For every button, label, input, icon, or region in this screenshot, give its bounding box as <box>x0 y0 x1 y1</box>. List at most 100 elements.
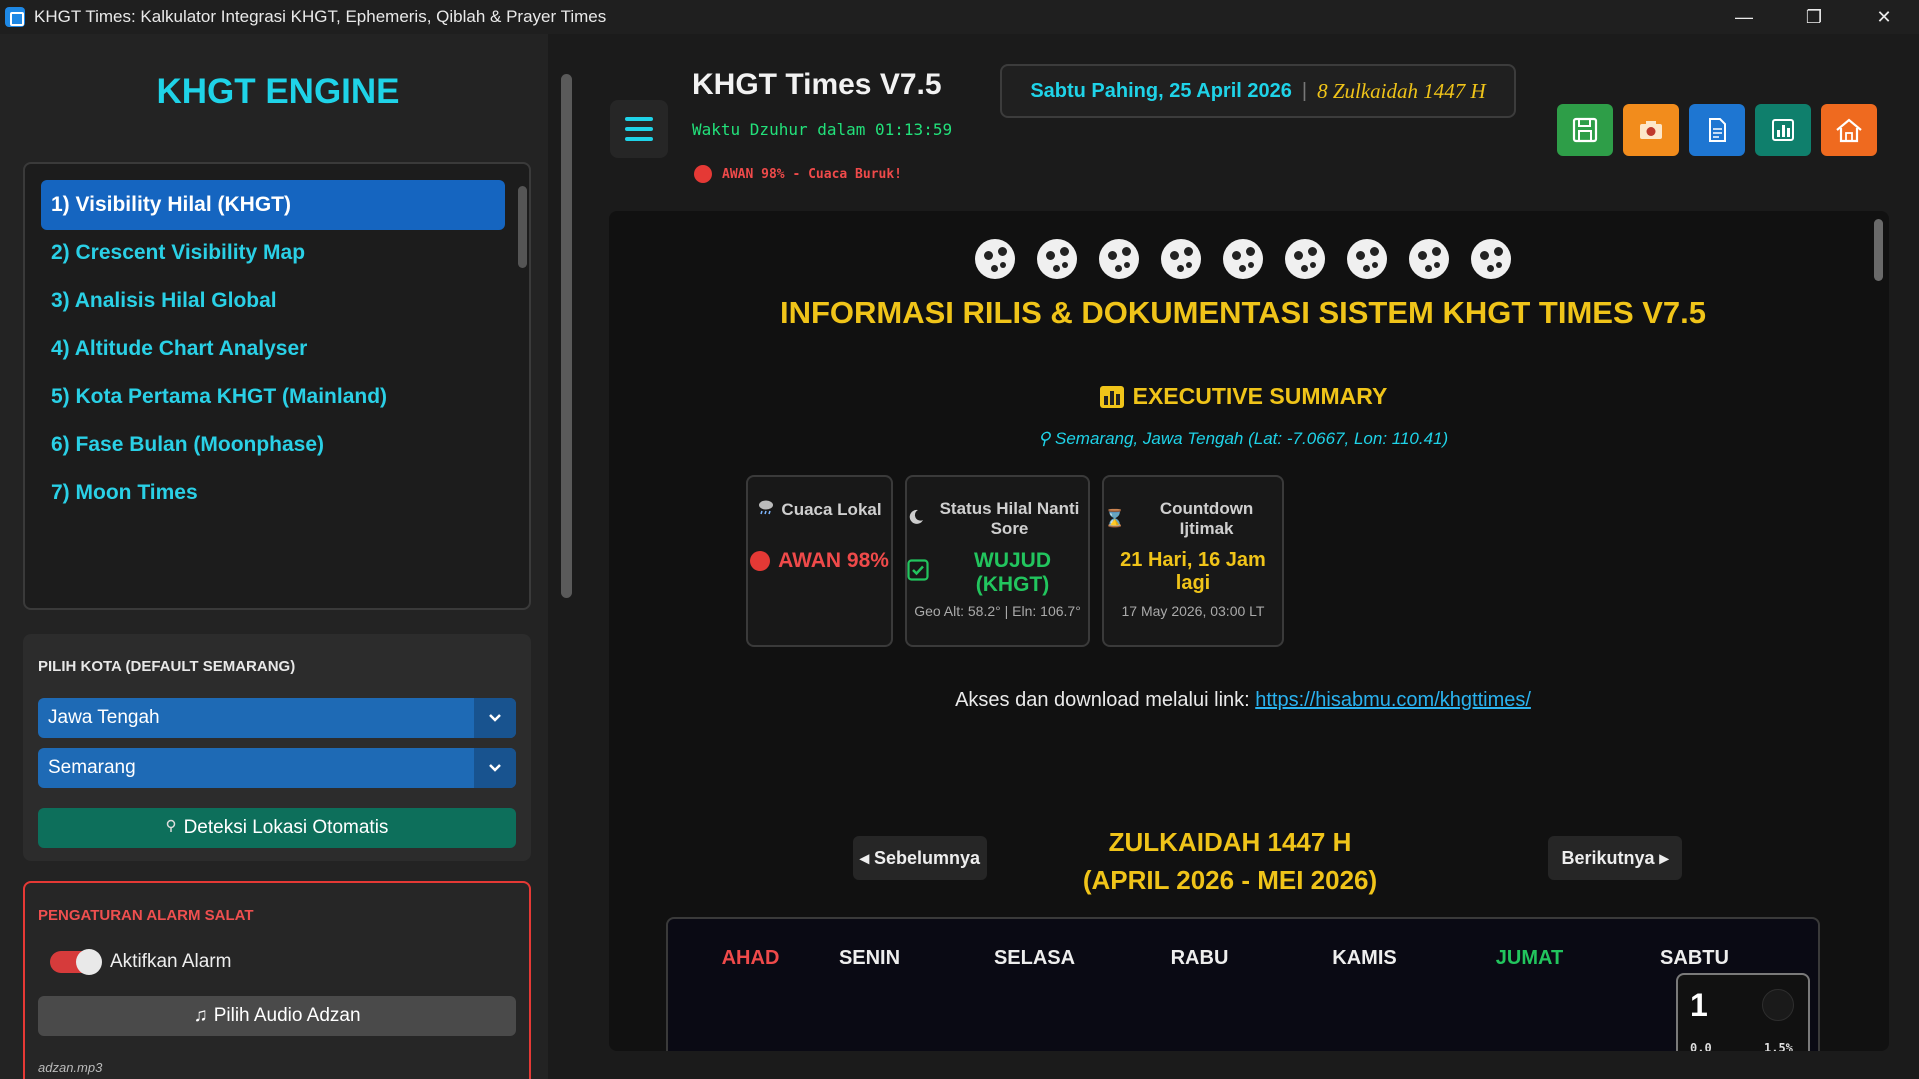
cloud-rain-icon <box>757 499 775 520</box>
day-detail: 0.0 <box>1690 1041 1712 1051</box>
ijtimak-title-text: Countdown Ijtimak <box>1159 499 1254 538</box>
weather-card-title-text: Cuaca Lokal <box>781 499 882 519</box>
hamburger-menu-button[interactable] <box>610 100 668 158</box>
save-button[interactable] <box>1557 104 1613 156</box>
release-heading: INFORMASI RILIS & DOKUMENTASI SISTEM KHG… <box>779 295 1707 330</box>
chevron-down-icon[interactable] <box>474 698 516 738</box>
download-link[interactable]: https://hisabmu.com/khgttimes/ <box>1255 689 1531 711</box>
moon-icon <box>1285 239 1325 279</box>
weather-alert-text: AWAN 98% - Cuaca Buruk! <box>722 166 903 182</box>
detect-location-button[interactable]: Deteksi Lokasi Otomatis <box>38 808 516 848</box>
location-pin-icon <box>166 817 176 839</box>
previous-month-button[interactable]: ◂ Sebelumnya <box>853 836 987 880</box>
moon-icon <box>1409 239 1449 279</box>
hilal-status-title: Status Hilal Nanti Sore <box>907 499 1088 539</box>
date-display: Sabtu Pahing, 25 April 2026 | 8 Zulkaida… <box>1000 64 1516 118</box>
city-value: Semarang <box>48 757 136 778</box>
city-label: PILIH KOTA (DEFAULT SEMARANG) <box>38 658 296 675</box>
weekday-kamis: KAMIS <box>1332 947 1397 969</box>
city-select[interactable]: Semarang <box>38 748 516 788</box>
menu-item-fase-bulan[interactable]: 6) Fase Bulan (Moonphase) <box>41 420 505 470</box>
alarm-toggle-label: Aktifkan Alarm <box>110 951 232 972</box>
executive-summary-label: EXECUTIVE SUMMARY <box>1132 383 1388 409</box>
minimize-button[interactable]: — <box>1709 0 1779 34</box>
chart-button[interactable] <box>1755 104 1811 156</box>
maximize-button[interactable]: ❐ <box>1779 0 1849 34</box>
moon-icon <box>1037 239 1077 279</box>
weekday-selasa: SELASA <box>993 947 1076 969</box>
check-box-icon <box>907 559 929 587</box>
screenshot-button[interactable] <box>1623 104 1679 156</box>
hijri-month-title: ZULKAIDAH 1447 H <box>1108 827 1352 857</box>
sidebar: KHGT ENGINE 1) Visibility Hilal (KHGT) 2… <box>0 34 572 1079</box>
alarm-panel: PENGATURAN ALARM SALAT Aktifkan Alarm ♫ … <box>23 881 531 1079</box>
hourglass-icon: ⌛ <box>1104 509 1126 528</box>
menu-item-crescent-map[interactable]: 2) Crescent Visibility Map <box>41 228 505 278</box>
hijri-calendar: AHAD SENIN SELASA RABU KAMIS JUMAT SABTU… <box>666 917 1820 1051</box>
menu-icon <box>625 117 653 121</box>
moon-icons-row <box>609 239 1877 279</box>
hilal-status-card: Status Hilal Nanti Sore WUJUD (KHGT) Geo… <box>905 475 1090 647</box>
menu-item-analisis-global[interactable]: 3) Analisis Hilal Global <box>41 276 505 326</box>
gregorian-date: Sabtu Pahing, 25 April 2026 <box>1030 79 1292 102</box>
weather-card-value: AWAN 98% <box>748 549 891 573</box>
menu-item-moon-times[interactable]: 7) Moon Times <box>41 468 505 518</box>
gregorian-month-range: (APRIL 2026 - MEI 2026) <box>1082 865 1378 895</box>
ijtimak-value: 21 Hari, 16 Jam lagi <box>1120 549 1266 594</box>
weekday-jumat: JUMAT <box>1495 947 1564 969</box>
weather-alert: AWAN 98% - Cuaca Buruk! <box>694 165 902 183</box>
engine-title: KHGT ENGINE <box>156 72 400 111</box>
music-note-icon: ♫ <box>193 1005 208 1026</box>
choose-audio-label: Pilih Audio Adzan <box>213 1005 361 1026</box>
alarm-toggle[interactable] <box>50 949 102 975</box>
moon-icon <box>1471 239 1511 279</box>
weekday-rabu: RABU <box>1170 947 1229 969</box>
hijri-date: 8 Zulkaidah 1447 H <box>1317 78 1486 103</box>
menu-scrollbar[interactable] <box>518 186 527 268</box>
executive-summary-title: EXECUTIVE SUMMARY <box>609 383 1877 410</box>
province-value: Jawa Tengah <box>48 707 160 728</box>
date-separator: | <box>1301 79 1308 102</box>
ijtimak-countdown-card: ⌛ Countdown Ijtimak 21 Hari, 16 Jam lagi… <box>1102 475 1284 647</box>
ijtimak-datetime: 17 May 2026, 03:00 LT <box>1121 603 1265 619</box>
chevron-down-icon[interactable] <box>474 748 516 788</box>
next-month-button[interactable]: Berikutnya ▸ <box>1548 836 1682 880</box>
sidebar-scrollbar[interactable] <box>561 74 572 598</box>
document-icon <box>1709 118 1726 142</box>
hilal-status-detail: Geo Alt: 58.2° | Eln: 106.7° <box>914 603 1081 619</box>
weekday-sabtu: SABTU <box>1660 947 1729 969</box>
download-link-line: Akses dan download melalui link: https:/… <box>609 689 1877 712</box>
window-title: KHGT Times: Kalkulator Integrasi KHGT, E… <box>34 7 607 26</box>
location-text: Semarang, Jawa Tengah (Lat: -7.0667, Lon… <box>1055 429 1449 448</box>
download-link-prefix: Akses dan download melalui link: <box>955 689 1250 711</box>
close-button[interactable]: ✕ <box>1849 0 1919 34</box>
home-icon <box>1836 118 1862 143</box>
hilal-status-value-text: WUJUD (KHGT) <box>974 549 1051 596</box>
red-circle-icon <box>750 551 771 571</box>
choose-audio-button[interactable]: ♫ Pilih Audio Adzan <box>38 996 516 1036</box>
weather-value-text: AWAN 98% <box>778 549 889 572</box>
weather-card: Cuaca Lokal AWAN 98% <box>746 475 893 647</box>
menu-item-altitude-chart[interactable]: 4) Altitude Chart Analyser <box>41 324 505 374</box>
hilal-status-value: WUJUD (KHGT) <box>907 549 1088 597</box>
app-icon <box>5 7 25 27</box>
camera-icon <box>1640 121 1662 139</box>
moon-phase-icon <box>1762 989 1794 1021</box>
main-content: INFORMASI RILIS & DOKUMENTASI SISTEM KHG… <box>609 211 1889 1051</box>
menu-item-kota-pertama[interactable]: 5) Kota Pertama KHGT (Mainland) <box>41 372 505 422</box>
hilal-status-title-text: Status Hilal Nanti Sore <box>939 499 1080 538</box>
chart-icon <box>1772 119 1794 141</box>
document-button[interactable] <box>1689 104 1745 156</box>
moon-icon <box>1347 239 1387 279</box>
moon-icon <box>1223 239 1263 279</box>
menu-item-visibility-hilal[interactable]: 1) Visibility Hilal (KHGT) <box>41 180 505 230</box>
city-panel: PILIH KOTA (DEFAULT SEMARANG) Jawa Tenga… <box>23 634 531 861</box>
red-circle-icon <box>694 165 712 183</box>
calendar-day-cell[interactable]: 1 0.0 1.5% <box>1676 973 1810 1051</box>
location-pin-icon: ⚲ <box>1037 429 1055 448</box>
home-button[interactable] <box>1821 104 1877 156</box>
moon-icon <box>1161 239 1201 279</box>
ijtimak-title: ⌛ Countdown Ijtimak <box>1104 499 1282 539</box>
detect-location-label: Deteksi Lokasi Otomatis <box>183 817 389 838</box>
province-select[interactable]: Jawa Tengah <box>38 698 516 738</box>
